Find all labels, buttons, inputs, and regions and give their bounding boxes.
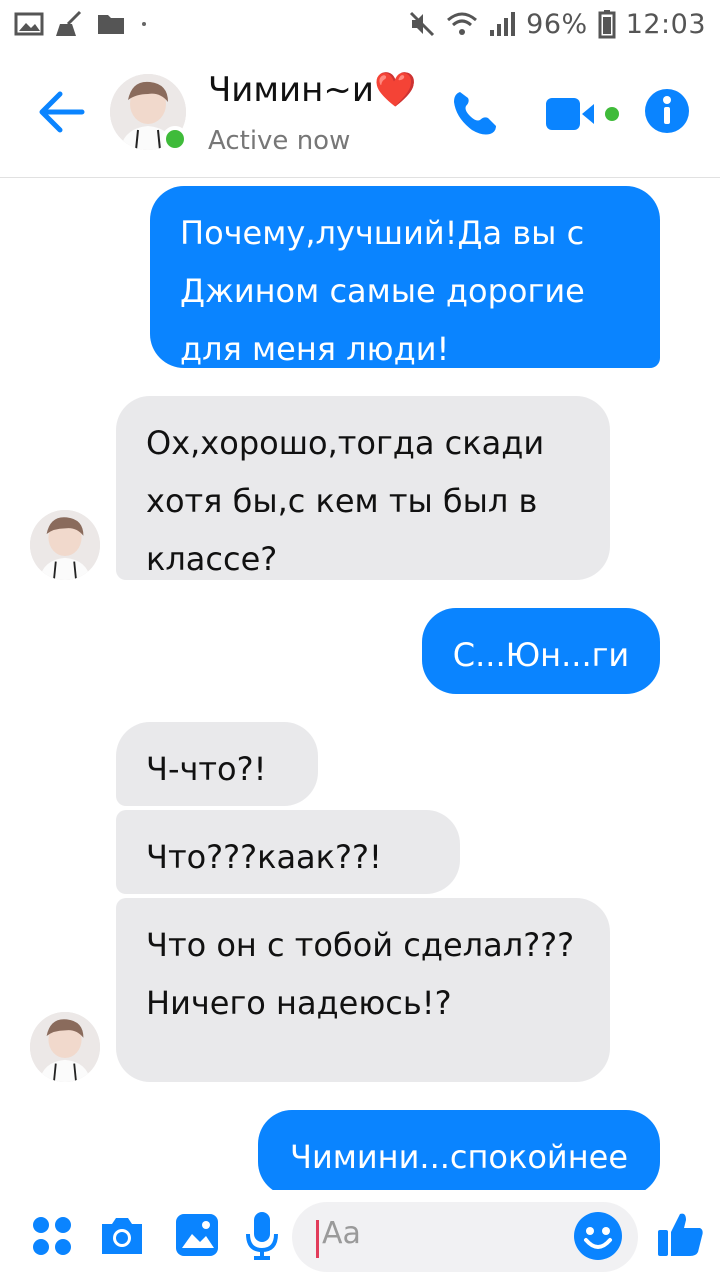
notification-dot [142, 22, 146, 26]
message-bubble-incoming[interactable]: Что он с тобой сделал???Ничего надеюсь!? [116, 898, 610, 1082]
info-icon [645, 89, 689, 133]
signal-icon [488, 10, 516, 38]
battery-percent: 96% [526, 8, 588, 40]
contact-avatar[interactable] [110, 74, 188, 152]
status-bar-left [14, 10, 146, 38]
emoji-button[interactable] [572, 1210, 624, 1262]
voice-call-button[interactable] [450, 86, 502, 138]
like-button[interactable] [656, 1208, 706, 1262]
status-bar-right: 96% 12:03 [408, 9, 706, 40]
clock: 12:03 [625, 8, 706, 40]
active-indicator [162, 126, 188, 152]
image-icon [14, 11, 44, 37]
gallery-icon [176, 1214, 218, 1256]
contact-active-status: Active now [208, 126, 351, 156]
message-bubble-outgoing[interactable]: Чимини...спокойнее [258, 1110, 660, 1190]
emoji-icon [574, 1212, 622, 1260]
mute-icon [408, 10, 436, 38]
message-input[interactable]: Aa [292, 1202, 638, 1272]
back-button[interactable] [36, 90, 86, 134]
message-composer: Aa [0, 1190, 720, 1280]
chat-header: Чимин~и❤️ Active now [0, 48, 720, 178]
message-bubble-incoming[interactable]: Что???каак??! [116, 810, 460, 894]
battery-icon [598, 9, 616, 39]
contact-name[interactable]: Чимин~и❤️ [208, 70, 416, 110]
folder-icon [96, 11, 126, 37]
gallery-button[interactable] [174, 1212, 220, 1262]
contact-avatar-small[interactable] [30, 1012, 100, 1082]
message-bubble-outgoing[interactable]: С...Юн...ги [422, 608, 660, 694]
message-bubble-incoming[interactable]: Ох,хорошо,тогда скади хотя бы,с кем ты б… [116, 396, 610, 580]
message-thread[interactable]: Почему,лучший!Да вы с Джином самые дорог… [0, 178, 720, 1190]
camera-button[interactable] [98, 1214, 146, 1262]
microphone-icon [246, 1212, 278, 1260]
video-camera-icon [546, 98, 619, 130]
apps-button[interactable] [30, 1214, 74, 1262]
contact-avatar-small[interactable] [30, 510, 100, 580]
broom-icon [54, 10, 86, 38]
message-bubble-outgoing[interactable]: Почему,лучший!Да вы с Джином самые дорог… [150, 186, 660, 368]
phone-icon [454, 92, 496, 135]
apps-grid-icon [33, 1217, 71, 1255]
camera-icon [102, 1218, 142, 1254]
wifi-icon [446, 10, 478, 38]
status-bar: 96% 12:03 [0, 0, 720, 48]
text-caret [316, 1220, 319, 1258]
video-call-button[interactable] [544, 94, 624, 134]
message-bubble-incoming[interactable]: Ч-что?! [116, 722, 318, 806]
thumbs-up-icon [658, 1213, 703, 1256]
message-input-placeholder: Aa [322, 1216, 361, 1251]
back-arrow-icon [39, 91, 85, 133]
info-button[interactable] [644, 88, 690, 134]
voice-message-button[interactable] [244, 1210, 280, 1264]
